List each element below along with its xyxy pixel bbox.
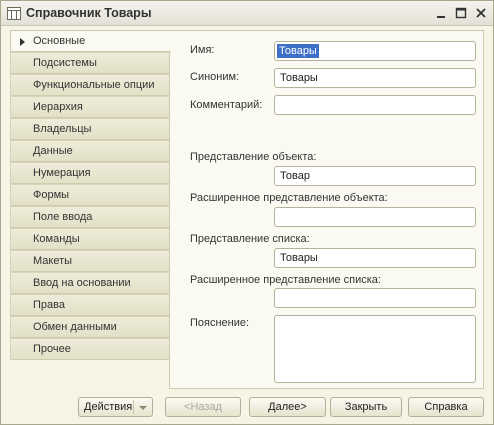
sidebar-item-label: Формы [33,189,70,201]
explanation-label: Пояснение: [190,317,250,329]
sidebar-item-label: Поле ввода [33,211,93,223]
sidebar-item-label: Команды [33,233,80,245]
comment-field[interactable] [274,95,476,115]
sidebar-item-functional-options[interactable]: Функциональные опции [10,74,170,96]
comment-label: Комментарий: [190,99,263,111]
sidebar-item-commands[interactable]: Команды [10,228,170,250]
sidebar-item-label: Основные [33,35,86,47]
maximize-button[interactable] [453,5,469,21]
sidebar-item-label: Функциональные опции [33,79,155,91]
main-properties-panel: Имя: Товары Синоним: Товары Комментарий:… [169,30,484,389]
list-presentation-field[interactable]: Товары [274,248,476,268]
minimize-button[interactable] [433,5,449,21]
list-presentation-label: Представление списка: [190,233,310,245]
title-bar[interactable]: Справочник Товары [1,1,493,26]
sidebar-item-label: Обмен данными [33,321,117,333]
name-field[interactable]: Товары [274,41,476,61]
actions-dropdown-button[interactable]: Действия [78,397,153,417]
next-button[interactable]: Далее> [249,397,326,417]
window-title: Справочник Товары [26,6,152,20]
actions-button-label: Действия [84,401,133,413]
explanation-textarea[interactable] [274,315,476,383]
sidebar-item-label: Данные [33,145,73,157]
ext-object-presentation-field[interactable] [274,207,476,227]
help-button[interactable]: Справка [408,397,484,417]
synonym-label: Синоним: [190,71,240,83]
name-label: Имя: [190,44,215,56]
sidebar-item-forms[interactable]: Формы [10,184,170,206]
ext-list-presentation-label: Расширенное представление списка: [190,274,381,286]
back-button[interactable]: <Назад [165,397,241,417]
sidebar-item-label: Иерархия [33,101,83,113]
maximize-icon [455,7,467,19]
minimize-icon [437,16,445,18]
sidebar-item-hierarchy[interactable]: Иерархия [10,96,170,118]
sidebar-item-label: Нумерация [33,167,91,179]
object-presentation-field[interactable]: Товар [274,166,476,186]
chevron-down-icon [139,406,147,410]
sidebar-item-rights[interactable]: Права [10,294,170,316]
sidebar-item-label: Ввод на основании [33,277,131,289]
catalog-icon [7,7,21,20]
name-field-value: Товары [277,44,319,58]
sidebar-item-templates[interactable]: Макеты [10,250,170,272]
dropdown-separator [133,400,134,414]
ext-list-presentation-field[interactable] [274,288,476,308]
close-icon [476,8,486,18]
sidebar-item-label: Прочее [33,343,71,355]
sidebar-item-numbering[interactable]: Нумерация [10,162,170,184]
metadata-window: Справочник Товары Основные Подсистемы Фу… [0,0,494,425]
close-button[interactable]: Закрыть [330,397,402,417]
sidebar-item-owners[interactable]: Владельцы [10,118,170,140]
close-window-button[interactable] [473,5,489,21]
sidebar-item-label: Подсистемы [33,57,97,69]
sidebar-item-input-field[interactable]: Поле ввода [10,206,170,228]
sidebar-item-other[interactable]: Прочее [10,338,170,360]
sidebar-item-label: Права [33,299,65,311]
synonym-field[interactable]: Товары [274,68,476,88]
sidebar-item-based-on[interactable]: Ввод на основании [10,272,170,294]
sidebar-item-label: Макеты [33,255,73,267]
sidebar-item-data[interactable]: Данные [10,140,170,162]
ext-object-presentation-label: Расширенное представление объекта: [190,192,388,204]
sidebar-item-label: Владельцы [33,123,92,135]
sidebar-item-subsystems[interactable]: Подсистемы [10,52,170,74]
sidebar-item-data-exchange[interactable]: Обмен данными [10,316,170,338]
current-section-arrow-icon [20,38,25,46]
sidebar-item-main[interactable]: Основные [10,30,171,52]
object-presentation-label: Представление объекта: [190,151,317,163]
